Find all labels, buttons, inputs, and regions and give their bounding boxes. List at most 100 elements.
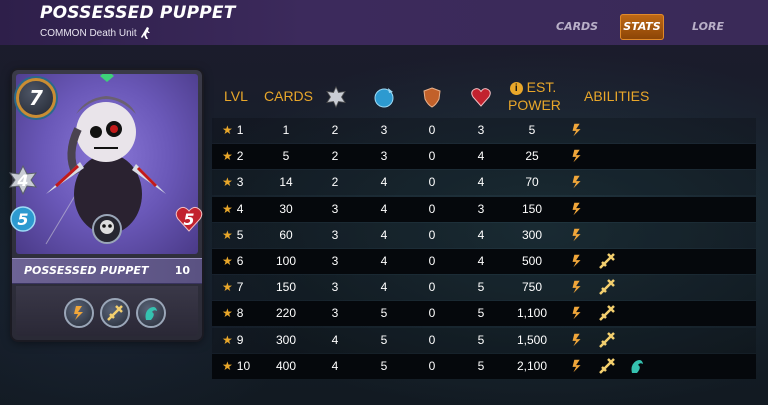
table-row: ★ 7 150 3 4 0 5 750 <box>212 275 756 301</box>
cell-health: 5 <box>477 280 485 295</box>
star-icon: ★ <box>222 201 233 216</box>
slow-ability-icon[interactable] <box>568 278 586 296</box>
cell-armor: 0 <box>428 253 436 268</box>
trample-ability-icon[interactable] <box>598 252 616 270</box>
slow-ability-icon[interactable] <box>568 252 586 270</box>
cell-health: 5 <box>477 358 485 373</box>
level-value: 8 <box>236 306 244 321</box>
card-name: POSSESSED PUPPET <box>24 264 149 277</box>
header-cards: CARDS <box>264 88 314 104</box>
trample-ability-icon[interactable] <box>598 331 616 349</box>
cell-power: 5 <box>528 123 536 137</box>
header-power: POWER <box>508 97 561 113</box>
cell-level: ★ 1 <box>222 118 262 143</box>
slow-ability-icon[interactable] <box>568 357 586 375</box>
card-subtitle: COMMON Death Unit <box>40 27 151 39</box>
card-abilities-panel <box>16 286 198 336</box>
cell-level: ★ 6 <box>222 249 262 274</box>
cleanse-ability-icon[interactable] <box>628 357 646 375</box>
cell-armor: 0 <box>428 332 436 347</box>
cell-power: 300 <box>521 227 543 242</box>
trample-ability-icon[interactable] <box>598 278 616 296</box>
speed-badge: 5 <box>8 204 38 234</box>
mana-cost-badge: 7 <box>16 78 56 118</box>
cell-attack: 3 <box>331 280 339 295</box>
cell-health: 3 <box>477 201 485 216</box>
cell-power: 2,100 <box>516 358 548 373</box>
slow-ability-icon[interactable] <box>568 173 586 191</box>
table-row: ★ 9 300 4 5 0 5 1,500 <box>212 327 756 353</box>
speed-value: 5 <box>17 209 29 229</box>
tab-stats[interactable]: STATS <box>620 14 664 40</box>
cell-speed: 4 <box>380 175 388 190</box>
cell-power: 1,500 <box>516 332 548 347</box>
cell-health: 5 <box>477 306 485 321</box>
header-est-power: i EST. POWER <box>508 78 561 114</box>
star-icon: ★ <box>222 358 233 373</box>
cell-cards: 5 <box>282 149 290 164</box>
card-trample-ability-icon[interactable] <box>100 298 130 328</box>
slow-ability-icon[interactable] <box>568 200 586 218</box>
cell-speed: 5 <box>380 306 388 321</box>
cell-level: ★ 4 <box>222 197 262 222</box>
cell-cards: 14 <box>279 175 293 190</box>
card-image[interactable]: 7 4 5 5 POSSESSED PUPPET 10 <box>8 70 203 340</box>
cell-speed: 4 <box>380 253 388 268</box>
star-icon: ★ <box>222 123 233 137</box>
level-value: 6 <box>236 253 244 268</box>
cell-speed: 4 <box>380 280 388 295</box>
cell-attack: 2 <box>331 123 339 137</box>
slow-icon <box>74 306 83 320</box>
armor-icon <box>423 87 441 108</box>
card-slow-ability-icon[interactable] <box>64 298 94 328</box>
info-icon[interactable]: i <box>509 82 523 95</box>
cell-level: ★ 2 <box>222 144 262 169</box>
table-row: ★ 2 5 2 3 0 4 25 <box>212 144 756 170</box>
table-row: ★ 4 30 3 4 0 3 150 <box>212 196 756 222</box>
cell-health: 4 <box>477 149 485 164</box>
melee-type-icon <box>140 27 150 39</box>
cell-cards: 220 <box>275 306 297 321</box>
tab-lore[interactable]: LORE <box>692 14 724 40</box>
header-est: EST. <box>526 79 557 95</box>
health-value: 5 <box>183 209 195 229</box>
cell-speed: 5 <box>380 358 388 373</box>
cell-armor: 0 <box>428 227 436 242</box>
cell-health: 3 <box>477 123 485 137</box>
cell-attack: 2 <box>331 175 339 190</box>
table-header: LVL CARDS i EST. POWER ABILITIES <box>212 78 756 118</box>
star-icon: ★ <box>222 332 233 347</box>
table-row: ★ 6 100 3 4 0 4 500 <box>212 248 756 274</box>
cell-attack: 2 <box>331 149 339 164</box>
cell-attack: 3 <box>331 253 339 268</box>
slow-ability-icon[interactable] <box>568 226 586 244</box>
table-row: ★ 1 1 2 3 0 3 5 <box>212 118 756 143</box>
trample-ability-icon[interactable] <box>598 304 616 322</box>
tab-cards[interactable]: CARDS <box>556 14 598 40</box>
star-icon: ★ <box>222 175 233 190</box>
cell-speed: 5 <box>380 332 388 347</box>
slow-ability-icon[interactable] <box>568 304 586 322</box>
cell-speed: 4 <box>380 201 388 216</box>
cell-armor: 0 <box>428 175 436 190</box>
slow-ability-icon[interactable] <box>568 121 586 139</box>
cell-cards: 60 <box>279 227 293 242</box>
level-value: 2 <box>236 149 244 164</box>
card-cleanse-ability-icon[interactable] <box>136 298 166 328</box>
cell-level: ★ 8 <box>222 301 262 326</box>
speed-icon <box>374 88 394 108</box>
mana-cost-value: 7 <box>29 86 43 110</box>
cell-cards: 1 <box>282 123 290 137</box>
cell-armor: 0 <box>428 149 436 164</box>
level-value: 7 <box>236 280 244 295</box>
slow-ability-icon[interactable] <box>568 147 586 165</box>
cell-level: ★ 3 <box>222 170 262 195</box>
cell-power: 150 <box>521 201 543 216</box>
cell-armor: 0 <box>428 123 436 137</box>
cell-cards: 100 <box>275 253 297 268</box>
slow-ability-icon[interactable] <box>568 331 586 349</box>
level-value: 5 <box>236 227 244 242</box>
cell-level: ★ 9 <box>222 328 262 353</box>
trample-ability-icon[interactable] <box>598 357 616 375</box>
cell-health: 5 <box>477 332 485 347</box>
